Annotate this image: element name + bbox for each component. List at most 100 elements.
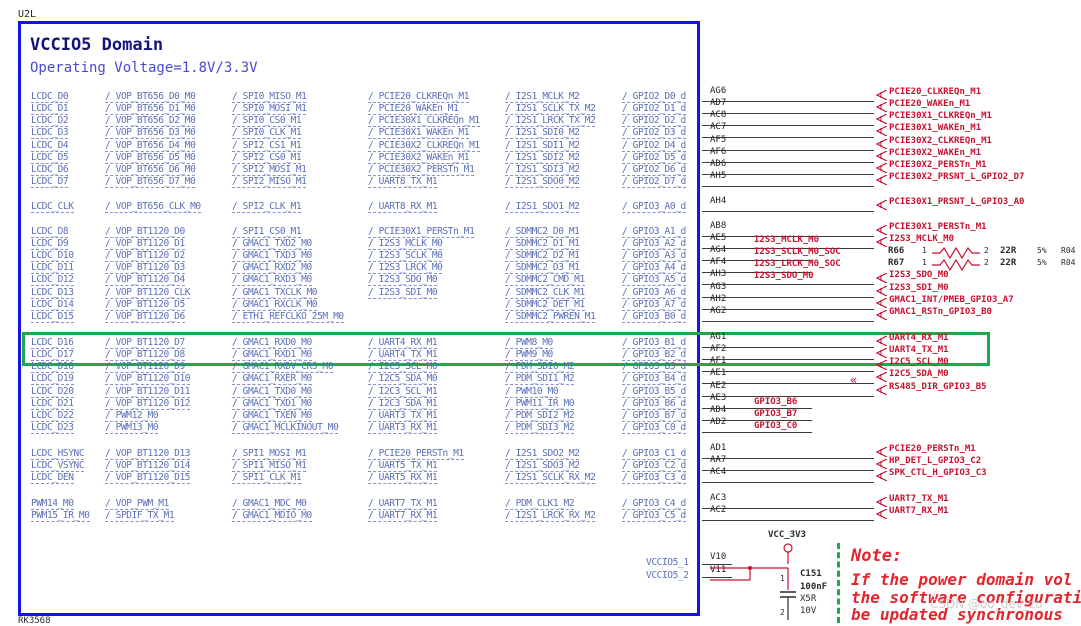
pin-func-17-1: / VOP_BT1120_D7 xyxy=(105,337,185,349)
pin-func-14-2: / GMAC1_TXCLK_M0 xyxy=(232,287,318,299)
pin-func-28-5: / GPIO3_C4_d xyxy=(622,498,686,510)
pin-func-18-4: / PWM9_M0 xyxy=(505,349,553,361)
pin-func-22-0: LCDC_D21 xyxy=(31,398,74,410)
net-port-icon xyxy=(875,175,888,185)
pin-number: AE2 xyxy=(710,381,727,391)
pin-func-1-1: / VOP_BT656_D1_M0 xyxy=(105,103,196,115)
pin-func-27-0: LCDC_DEN xyxy=(31,472,74,484)
pin-func-14-1: / VOP_BT1120_CLK xyxy=(105,287,191,299)
extra-net-label: GPIO3_B6 xyxy=(754,397,798,407)
extra-net-label: GPIO3_C0 xyxy=(754,421,798,431)
pin-func-21-4: / PWM10_M0 xyxy=(505,386,559,398)
pin-func-21-3: / I2C3_SCL_M1 xyxy=(368,386,438,398)
pin-func-12-1: / VOP_BT1120_D3 xyxy=(105,262,185,274)
pin-number: AC8 xyxy=(710,110,727,120)
pin-func-11-4: / SDMMC2_D2_M1 xyxy=(505,250,580,262)
pin-func-7-4: / I2S1_SDO0_M2 xyxy=(505,176,580,188)
pin-func-3-1: / VOP_BT656_D3_M0 xyxy=(105,127,196,139)
pin-func-20-0: LCDC_D19 xyxy=(31,373,74,385)
pin-func-26-1: / VOP_BT1120_D14 xyxy=(105,460,191,472)
net-label: PCIE30X1_PERSTn_M1 xyxy=(889,222,987,232)
net-label: UART4_TX_M1 xyxy=(889,345,949,355)
pin-func-6-0: LCDC_D6 xyxy=(31,164,69,176)
pin-func-2-4: / I2S1_LRCK_TX_M2 xyxy=(505,115,596,127)
pin-func-2-1: / VOP_BT656_D2_M0 xyxy=(105,115,196,127)
net-label: PCIE30X1_PRSNT_L_GPIO3_A0 xyxy=(889,197,1025,207)
pin-func-13-2: / GMAC1_RXD3_M0 xyxy=(232,274,312,286)
pin-func-11-1: / VOP_BT1120_D2 xyxy=(105,250,185,262)
pin-func-5-2: / SPI2_CS0_M1 xyxy=(232,152,302,164)
pin-func-28-1: / VOP_PWM_M1 xyxy=(105,498,169,510)
pin-line xyxy=(702,310,874,322)
pin-func-0-5: / GPIO2_D0_d xyxy=(622,91,686,103)
pin-func-22-2: / GMAC1_TXD1_M0 xyxy=(232,398,312,410)
resistor-ref: R67 xyxy=(888,258,905,268)
pin-func-2-0: LCDC_D2 xyxy=(31,115,69,127)
pin-func-25-4: / I2S1_SDO2_M2 xyxy=(505,448,580,460)
pin-func-4-4: / I2S1_SDI1_M2 xyxy=(505,140,580,152)
net-port-icon xyxy=(875,471,888,481)
pin-func-16-0: LCDC_D15 xyxy=(31,311,74,323)
resistor-value: 22R xyxy=(1000,258,1017,268)
pin-func-7-5: / GPIO2_D7_d xyxy=(622,176,686,188)
pin-line xyxy=(702,114,874,126)
pin-func-11-3: / I2S3_SCLK_M0 xyxy=(368,250,443,262)
net-label: RS485_DIR_GPIO3_B5 xyxy=(889,382,987,392)
pin-line xyxy=(702,360,874,372)
resistor-pin-1: 1 xyxy=(922,246,927,255)
pin-func-18-1: / VOP_BT1120_D8 xyxy=(105,349,185,361)
pin-line xyxy=(702,372,874,384)
pin-func-12-3: / I2S3_LRCK_M0 xyxy=(368,262,443,274)
pin-number: AC7 xyxy=(710,122,727,132)
pin-line xyxy=(702,298,874,310)
pin-func-29-5: / GPIO3_C5_d xyxy=(622,510,686,522)
net-label: PCIE30X2_CLKREQn_M1 xyxy=(889,136,992,146)
pin-line xyxy=(702,286,874,298)
pin-func-27-3: / UART5_RX_M1 xyxy=(368,472,438,484)
pin-func-12-2: / GMAC1_RXD2_M0 xyxy=(232,262,312,274)
net-port-icon xyxy=(875,372,888,382)
pin-func-6-1: / VOP_BT656_D6_M0 xyxy=(105,164,196,176)
resistor-pin-1: 1 xyxy=(922,258,927,267)
pin-func-20-1: / VOP_BT1120_D10 xyxy=(105,373,191,385)
pin-func-10-0: LCDC_D9 xyxy=(31,238,69,250)
note-divider xyxy=(837,543,840,623)
pin-func-21-2: / GMAC1_TXD0_M0 xyxy=(232,386,312,398)
pin-number: AE1 xyxy=(710,368,727,378)
pin-line xyxy=(702,151,874,163)
pin-func-14-4: / SDMMC2_CLK_M1 xyxy=(505,287,585,299)
pin-func-2-2: / SPI0_CS0_M1 xyxy=(232,115,302,127)
pin-func-24-1: / PWM13_M0 xyxy=(105,422,159,434)
pin-func-7-1: / VOP_BT656_D7_M0 xyxy=(105,176,196,188)
pin-func-17-0: LCDC_D16 xyxy=(31,337,74,349)
pin-line xyxy=(702,139,874,151)
pin-func-16-2: / ETH1_REFCLKO_25M_M0 xyxy=(232,311,344,323)
pin-func-25-1: / VOP_BT1120_D13 xyxy=(105,448,191,460)
extra-net-label: I2S3_MCLK_M0 xyxy=(754,235,820,245)
net-label: GMAC1_RSTn_GPIO3_B0 xyxy=(889,307,992,317)
pin-func-8-1: / VOP_BT656_CLK_M0 xyxy=(105,201,201,213)
pin-number: AF2 xyxy=(710,344,727,354)
pin-func-6-2: / SPI2_MOSI_M1 xyxy=(232,164,307,176)
pin-number: AG2 xyxy=(710,306,727,316)
net-port-icon xyxy=(875,310,888,320)
pin-func-14-5: / GPIO3_A6_d xyxy=(622,287,686,299)
pin-func-29-3: / UART7_RX_M1 xyxy=(368,510,438,522)
note-title: Note: xyxy=(851,546,903,566)
net-port-icon xyxy=(875,298,888,308)
resistor-tolerance: 5% xyxy=(1037,246,1047,255)
pin-func-2-3: / PCIE30X1_CLKREQn_M1 xyxy=(368,115,480,127)
pin-func-7-2: / SPI2_MISO_M1 xyxy=(232,176,307,188)
pin-func-4-0: LCDC_D4 xyxy=(31,140,69,152)
pin-func-0-4: / I2S1_MCLK_M2 xyxy=(505,91,580,103)
pin-func-27-5: / GPIO3_C3_d xyxy=(622,472,686,484)
pin-func-18-3: / UART4_TX_M1 xyxy=(368,349,438,361)
pin-func-25-3: / PCIE20_PERSTn_M1 xyxy=(368,448,464,460)
pin-line xyxy=(702,471,874,483)
net-label: PCIE30X1_WAKEn_M1 xyxy=(889,123,982,133)
pin-func-8-3: / UART8_RX_M1 xyxy=(368,201,438,213)
pin-func-1-2: / SPI0_MOSI_M1 xyxy=(232,103,307,115)
pin-func-25-2: / SPI1_MOSI_M1 xyxy=(232,448,307,460)
pin-func-0-1: / VOP_BT656_D0_M0 xyxy=(105,91,196,103)
resistor-value: 22R xyxy=(1000,246,1017,256)
